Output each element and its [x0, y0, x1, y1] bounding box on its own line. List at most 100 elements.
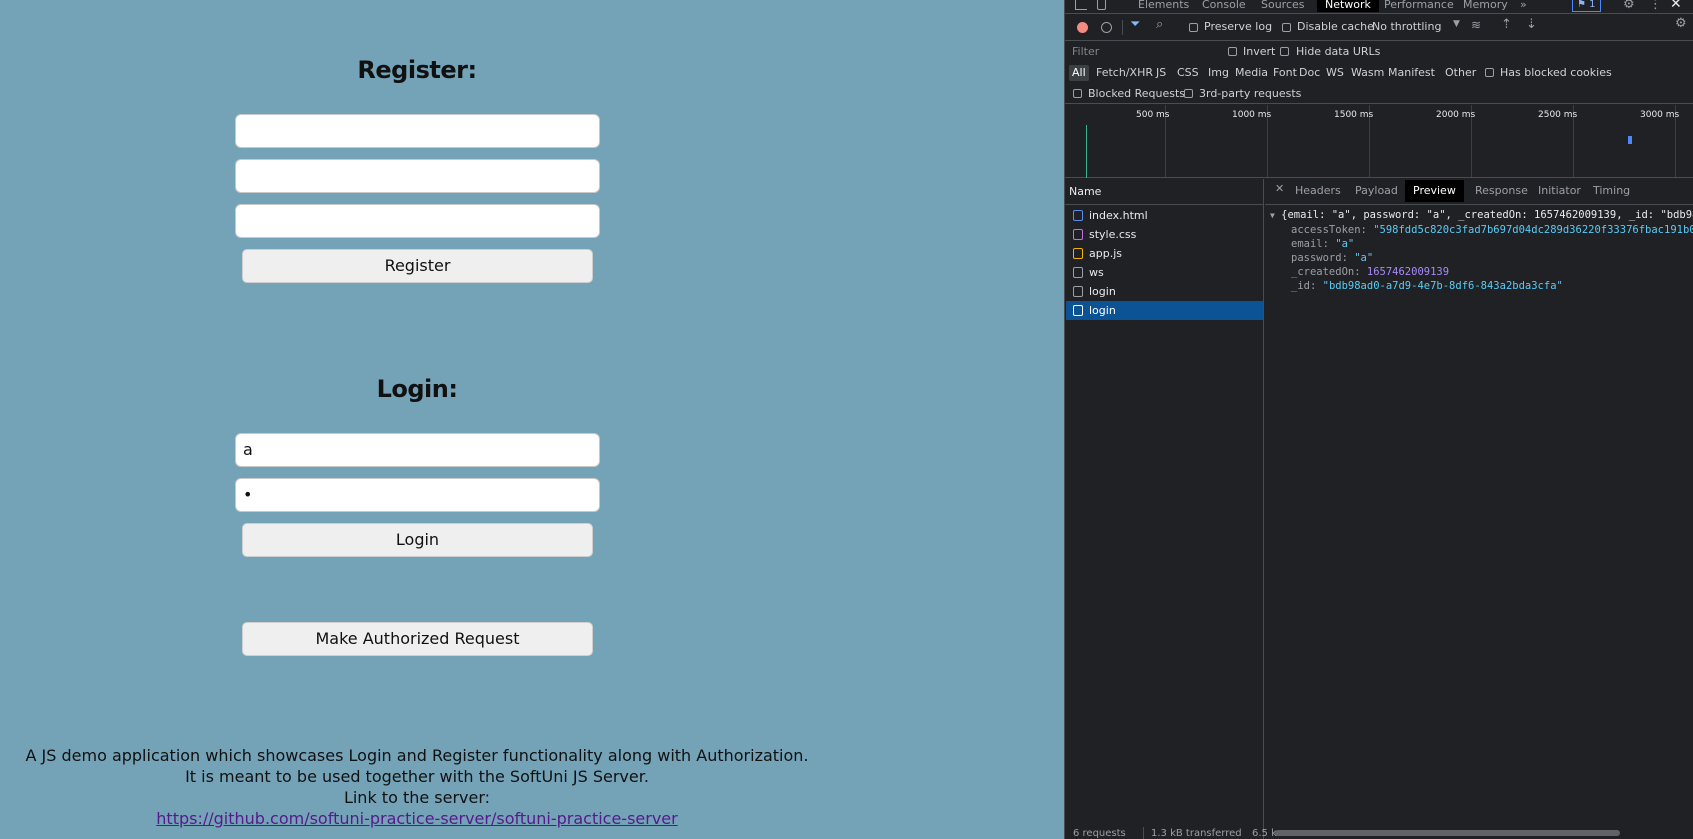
filter-type-ws[interactable]: WS — [1326, 65, 1344, 81]
requests-count: 6 requests — [1073, 828, 1126, 839]
server-link[interactable]: https://github.com/softuni-practice-serv… — [156, 809, 677, 828]
filter-icon[interactable]: ⏷ — [1130, 17, 1140, 32]
filter-type-manifest[interactable]: Manifest — [1388, 65, 1435, 81]
issues-icon: ⚑ — [1577, 0, 1586, 10]
invert-label: Invert — [1243, 45, 1276, 58]
timeline-tick-label: 3000 ms — [1640, 110, 1680, 120]
search-icon[interactable]: ⌕ — [1156, 17, 1163, 32]
request-row[interactable]: index.html — [1066, 206, 1263, 225]
register-heading: Register: — [357, 56, 477, 84]
resources-size: 6.5 k — [1252, 828, 1277, 839]
preview-object-summary[interactable]: ▼ {email: "a", password: "a", _createdOn… — [1270, 209, 1693, 221]
network-conditions-icon[interactable]: ≋ — [1471, 18, 1481, 32]
timeline-tick-label: 1000 ms — [1232, 110, 1272, 120]
make-authorized-request-button[interactable]: Make Authorized Request — [242, 622, 593, 656]
more-options-icon[interactable]: ⋮ — [1649, 0, 1662, 12]
more-tabs-icon[interactable]: » — [1520, 0, 1527, 12]
disable-cache-checkbox[interactable] — [1282, 23, 1291, 32]
request-name: index.html — [1089, 209, 1148, 222]
import-har-icon[interactable]: ⇡ — [1501, 17, 1512, 32]
close-details-icon[interactable]: ✕ — [1275, 182, 1284, 195]
request-row[interactable]: style.css — [1066, 225, 1263, 244]
horizontal-scrollbar[interactable] — [1275, 830, 1620, 836]
tab-performance[interactable]: Performance — [1384, 0, 1454, 12]
tab-response[interactable]: Response — [1475, 180, 1528, 202]
filter-input[interactable]: Filter — [1069, 44, 1229, 60]
preserve-log-checkbox[interactable] — [1189, 23, 1198, 32]
footer-note: It is meant to be used together with the… — [185, 767, 649, 786]
tab-headers[interactable]: Headers — [1295, 180, 1341, 202]
tab-network[interactable]: Network — [1317, 0, 1379, 12]
resource-type-filter-bar: All Fetch/XHR JS CSS Img Media Font Doc … — [1065, 62, 1693, 84]
hide-data-urls-checkbox[interactable] — [1280, 47, 1289, 56]
login-password-input[interactable]: • — [235, 478, 600, 512]
timeline-request-bar — [1628, 136, 1632, 144]
filter-type-css[interactable]: CSS — [1177, 65, 1199, 81]
third-party-requests-checkbox[interactable] — [1184, 89, 1193, 98]
settings-gear-icon[interactable]: ⚙ — [1623, 0, 1635, 12]
throttling-chevron-down-icon[interactable]: ▼ — [1453, 19, 1460, 29]
request-name: style.css — [1089, 228, 1137, 241]
filter-type-doc[interactable]: Doc — [1299, 65, 1320, 81]
footer-link-label: Link to the server: — [343, 788, 491, 807]
expand-triangle-icon[interactable]: ▼ — [1270, 211, 1275, 220]
has-blocked-cookies-checkbox[interactable] — [1485, 68, 1494, 77]
issues-count: 1 — [1589, 0, 1596, 10]
filter-type-other[interactable]: Other — [1445, 65, 1476, 81]
close-devtools-icon[interactable]: ✕ — [1670, 0, 1682, 12]
request-row[interactable]: ws — [1066, 263, 1263, 282]
throttling-select[interactable]: No throttling — [1372, 20, 1441, 33]
blocked-requests-checkbox[interactable] — [1073, 89, 1082, 98]
clear-icon[interactable] — [1101, 22, 1112, 33]
tab-memory[interactable]: Memory — [1463, 0, 1508, 12]
filter-type-all[interactable]: All — [1069, 65, 1089, 81]
property-value: "bdb98ad0-a7d9-4e7b-8df6-843a2bda3cfa" — [1322, 280, 1563, 292]
filter-type-wasm[interactable]: Wasm — [1351, 65, 1384, 81]
login-button[interactable]: Login — [242, 523, 593, 557]
register-repeat-password-input[interactable] — [235, 204, 600, 238]
disable-cache-label: Disable cache — [1297, 20, 1374, 33]
filter-type-font[interactable]: Font — [1273, 65, 1297, 81]
login-email-input[interactable]: a — [235, 433, 600, 467]
preview-property: password: "a" — [1291, 252, 1374, 264]
issues-badge[interactable]: ⚑ 1 — [1572, 0, 1601, 12]
transferred-size: 1.3 kB transferred — [1151, 828, 1242, 839]
script-icon — [1073, 248, 1083, 259]
inspect-element-icon[interactable] — [1075, 0, 1087, 10]
tab-preview[interactable]: Preview — [1405, 180, 1464, 202]
tab-console[interactable]: Console — [1202, 0, 1246, 12]
register-email-input[interactable] — [235, 114, 600, 148]
devtools-panel: Elements Console Sources Network Perform… — [1064, 0, 1693, 839]
request-name: app.js — [1089, 247, 1122, 260]
invert-checkbox[interactable] — [1228, 47, 1237, 56]
toolbar-divider — [1122, 20, 1123, 35]
timeline-tick-label: 2000 ms — [1436, 110, 1476, 120]
tab-sources[interactable]: Sources — [1261, 0, 1305, 12]
tab-payload[interactable]: Payload — [1355, 180, 1398, 202]
filter-type-img[interactable]: Img — [1208, 65, 1229, 81]
network-settings-gear-icon[interactable]: ⚙ — [1675, 16, 1687, 31]
preview-summary-text: {email: "a", password: "a", _createdOn: … — [1281, 209, 1693, 221]
register-button[interactable]: Register — [242, 249, 593, 283]
preserve-log-label: Preserve log — [1204, 20, 1273, 33]
hide-data-urls-label: Hide data URLs — [1296, 45, 1381, 58]
tab-initiator[interactable]: Initiator — [1538, 180, 1581, 202]
filter-row: Filter Invert Hide data URLs — [1065, 42, 1693, 62]
request-row[interactable]: app.js — [1066, 244, 1263, 263]
file-icon — [1073, 267, 1083, 278]
app-page: Register: Register Login: a • Login Make… — [0, 0, 1064, 839]
export-har-icon[interactable]: ⇣ — [1526, 17, 1537, 32]
request-row[interactable]: login — [1066, 282, 1263, 301]
request-row[interactable]: login — [1066, 301, 1263, 320]
name-column-header[interactable]: Name — [1065, 179, 1263, 205]
record-icon[interactable] — [1077, 22, 1088, 33]
filter-type-js[interactable]: JS — [1156, 65, 1166, 81]
device-toolbar-icon[interactable] — [1097, 0, 1106, 10]
tab-elements[interactable]: Elements — [1138, 0, 1189, 12]
tab-timing[interactable]: Timing — [1593, 180, 1630, 202]
devtools-main-tabbar: Elements Console Sources Network Perform… — [1065, 0, 1693, 14]
filter-type-fetch-xhr[interactable]: Fetch/XHR — [1096, 65, 1153, 81]
filter-type-media[interactable]: Media — [1235, 65, 1268, 81]
footer-link-line: https://github.com/softuni-practice-serv… — [0, 808, 834, 829]
register-password-input[interactable] — [235, 159, 600, 193]
